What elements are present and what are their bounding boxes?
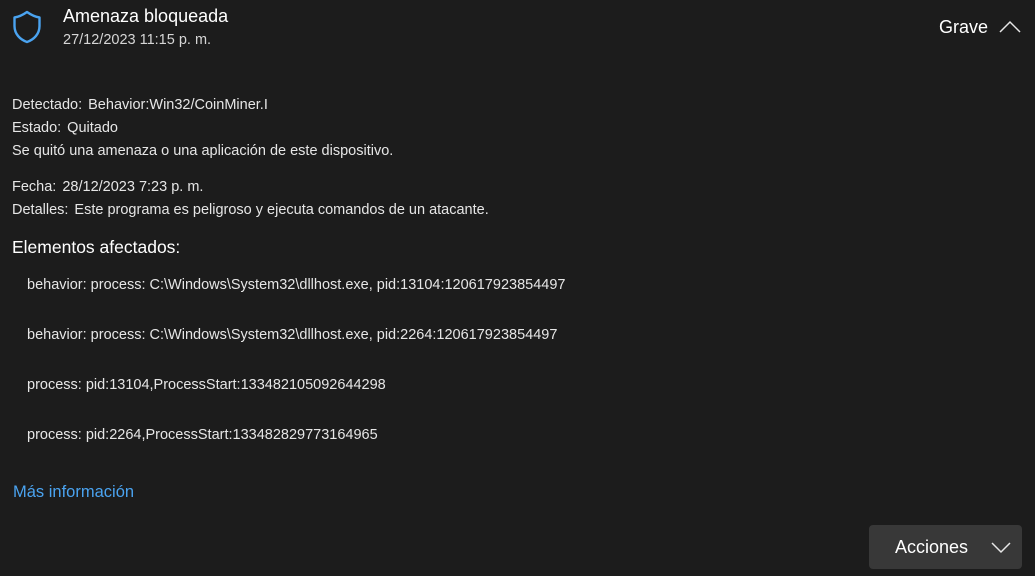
affected-item: behavior: process: C:\Windows\System32\d… xyxy=(27,277,566,293)
threat-details-panel: Amenaza bloqueada 27/12/2023 11:15 p. m.… xyxy=(0,0,1035,576)
status-label: Estado: xyxy=(12,120,62,136)
affected-item: process: pid:2264,ProcessStart:133482829… xyxy=(27,427,378,443)
threat-timestamp: 27/12/2023 11:15 p. m. xyxy=(63,32,212,48)
more-info-link[interactable]: Más información xyxy=(13,483,134,502)
detected-value: Behavior:Win32/CoinMiner.I xyxy=(88,97,268,113)
actions-label: Acciones xyxy=(895,537,969,557)
date-label: Fecha: xyxy=(12,179,57,195)
detected-label: Detectado: xyxy=(12,97,83,113)
chevron-up-icon xyxy=(999,20,1021,33)
collapse-button[interactable] xyxy=(995,14,1025,40)
shield-icon xyxy=(13,10,41,44)
chevron-down-icon xyxy=(991,542,1011,554)
affected-items-heading: Elementos afectados: xyxy=(12,237,181,257)
date-row: Fecha: 28/12/2023 7:23 p. m. xyxy=(12,179,203,195)
detected-row: Detectado: Behavior:Win32/CoinMiner.I xyxy=(12,97,268,113)
details-row: Detalles: Este programa es peligroso y ej… xyxy=(12,202,489,218)
status-row: Estado: Quitado xyxy=(12,120,118,136)
severity-label: Grave xyxy=(939,17,989,37)
status-value: Quitado xyxy=(67,120,118,136)
details-value: Este programa es peligroso y ejecuta com… xyxy=(74,202,489,218)
details-label: Detalles: xyxy=(12,202,69,218)
status-description: Se quitó una amenaza o una aplicación de… xyxy=(12,143,394,159)
actions-button[interactable]: Acciones xyxy=(869,525,1022,569)
affected-item: behavior: process: C:\Windows\System32\d… xyxy=(27,327,558,343)
date-value: 28/12/2023 7:23 p. m. xyxy=(62,179,204,195)
affected-item: process: pid:13104,ProcessStart:13348210… xyxy=(27,377,386,393)
threat-title: Amenaza bloqueada xyxy=(63,6,229,26)
